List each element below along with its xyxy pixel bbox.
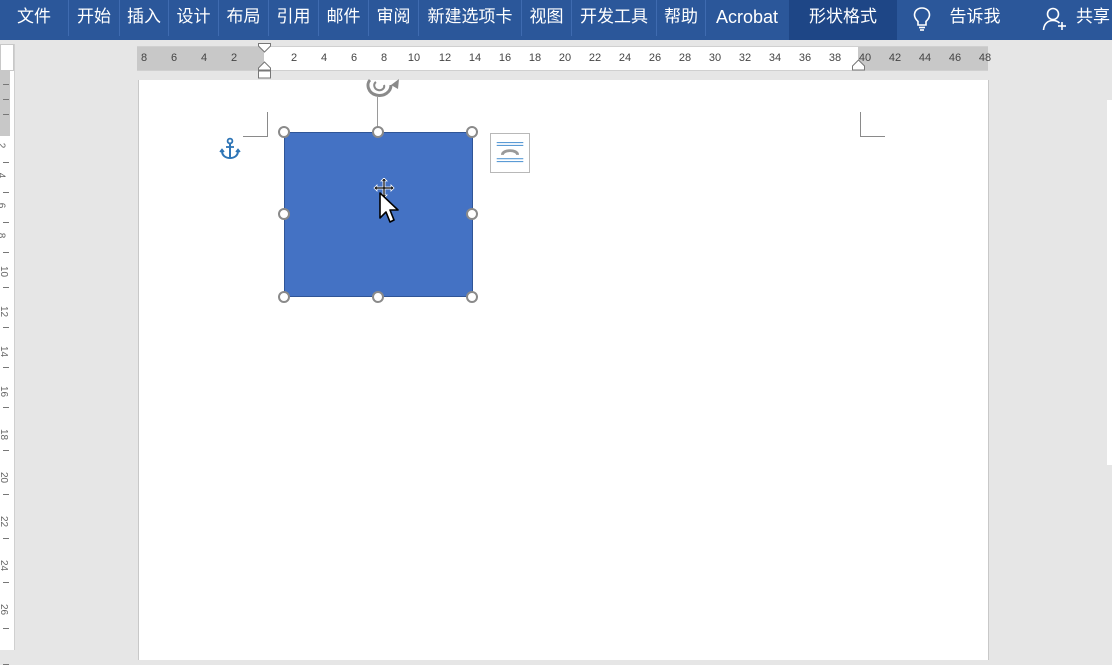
- ruler-number: 10: [407, 52, 421, 64]
- ruler-number: 4: [0, 173, 6, 179]
- ruler-number: 4: [200, 52, 208, 64]
- tab-layout[interactable]: 布局: [219, 0, 269, 36]
- ruler-number: 18: [0, 428, 10, 441]
- ruler-number: 20: [558, 52, 572, 64]
- first-line-indent-marker[interactable]: [257, 42, 272, 80]
- tab-design[interactable]: 设计: [169, 0, 219, 36]
- ruler-number: 28: [678, 52, 692, 64]
- resize-handle-top-right[interactable]: [466, 126, 478, 138]
- move-cursor-icon: [373, 178, 399, 223]
- ruler-tab-selector[interactable]: [0, 44, 14, 71]
- ruler-number: 42: [888, 52, 902, 64]
- document-page[interactable]: [138, 80, 989, 660]
- share-button[interactable]: 共享: [1070, 0, 1112, 36]
- ruler-number: 36: [798, 52, 812, 64]
- margin-corner-mark: [243, 112, 268, 137]
- resize-handle-bottom[interactable]: [372, 291, 384, 303]
- ruler-number: 46: [948, 52, 962, 64]
- ruler-number: 20: [0, 471, 10, 484]
- tab-view[interactable]: 视图: [522, 0, 572, 36]
- ruler-number: 16: [0, 385, 10, 398]
- margin-corner-mark: [860, 112, 885, 137]
- layout-options-button[interactable]: [490, 133, 530, 173]
- ruler-number: 22: [0, 515, 10, 528]
- ruler-number: 10: [0, 265, 10, 278]
- vertical-scrollbar[interactable]: [1107, 100, 1112, 465]
- ruler-number: 2: [0, 143, 6, 149]
- tab-shape-format[interactable]: 形状格式: [789, 0, 897, 40]
- tab-home[interactable]: 开始: [69, 0, 120, 36]
- ruler-number: 32: [738, 52, 752, 64]
- ruler-number: 24: [0, 559, 10, 572]
- ruler-number: 48: [978, 52, 992, 64]
- ruler-number: 22: [588, 52, 602, 64]
- tab-mailings[interactable]: 邮件: [319, 0, 369, 36]
- resize-handle-top-left[interactable]: [278, 126, 290, 138]
- ruler-number: 26: [0, 603, 10, 616]
- resize-handle-left[interactable]: [278, 208, 290, 220]
- ruler-number: 38: [828, 52, 842, 64]
- share-person-icon[interactable]: [1042, 7, 1068, 31]
- tab-review[interactable]: 审阅: [369, 0, 419, 36]
- ruler-number: 26: [648, 52, 662, 64]
- ruler-number: 8: [0, 233, 6, 239]
- ruler-number: 8: [380, 52, 388, 64]
- resize-handle-right[interactable]: [466, 208, 478, 220]
- ruler-number: 12: [0, 305, 10, 318]
- tab-references[interactable]: 引用: [269, 0, 319, 36]
- tab-developer[interactable]: 开发工具: [572, 0, 657, 36]
- tab-insert[interactable]: 插入: [120, 0, 169, 36]
- tell-me-search[interactable]: 告诉我: [940, 0, 1010, 36]
- ruler-number: 18: [528, 52, 542, 64]
- vertical-ruler[interactable]: 2 4 6 8 10 12 14 16 18 20 22 24 26: [0, 44, 15, 665]
- ruler-number: 6: [350, 52, 358, 64]
- lightbulb-icon[interactable]: [912, 6, 932, 32]
- ruler-number: 16: [498, 52, 512, 64]
- ruler-number: 2: [290, 52, 298, 64]
- resize-handle-bottom-right[interactable]: [466, 291, 478, 303]
- tab-acrobat[interactable]: Acrobat: [706, 0, 788, 36]
- ruler-number: 24: [618, 52, 632, 64]
- ruler-number: 2: [230, 52, 238, 64]
- tab-help[interactable]: 帮助: [657, 0, 706, 36]
- resize-handle-bottom-left[interactable]: [278, 291, 290, 303]
- ruler-number: 14: [468, 52, 482, 64]
- tab-new-tab[interactable]: 新建选项卡: [419, 0, 522, 36]
- ruler-number: 12: [438, 52, 452, 64]
- anchor-icon[interactable]: [219, 137, 241, 161]
- ribbon-tab-bar: 文件 开始 插入 设计 布局 引用 邮件 审阅 新建选项卡 视图 开发工具 帮助…: [0, 0, 1112, 40]
- ruler-number: 8: [140, 52, 148, 64]
- ruler-number: 30: [708, 52, 722, 64]
- ruler-number: 6: [0, 203, 6, 209]
- ruler-number: 4: [320, 52, 328, 64]
- ruler-number: 34: [768, 52, 782, 64]
- ruler-number: 6: [170, 52, 178, 64]
- resize-handle-top[interactable]: [372, 126, 384, 138]
- right-indent-marker[interactable]: [851, 58, 866, 72]
- ruler-number: 14: [0, 345, 10, 358]
- text-wrap-icon: [496, 141, 524, 163]
- ruler-number: 44: [918, 52, 932, 64]
- tab-file[interactable]: 文件: [0, 0, 69, 36]
- rotate-handle-icon[interactable]: [362, 70, 404, 100]
